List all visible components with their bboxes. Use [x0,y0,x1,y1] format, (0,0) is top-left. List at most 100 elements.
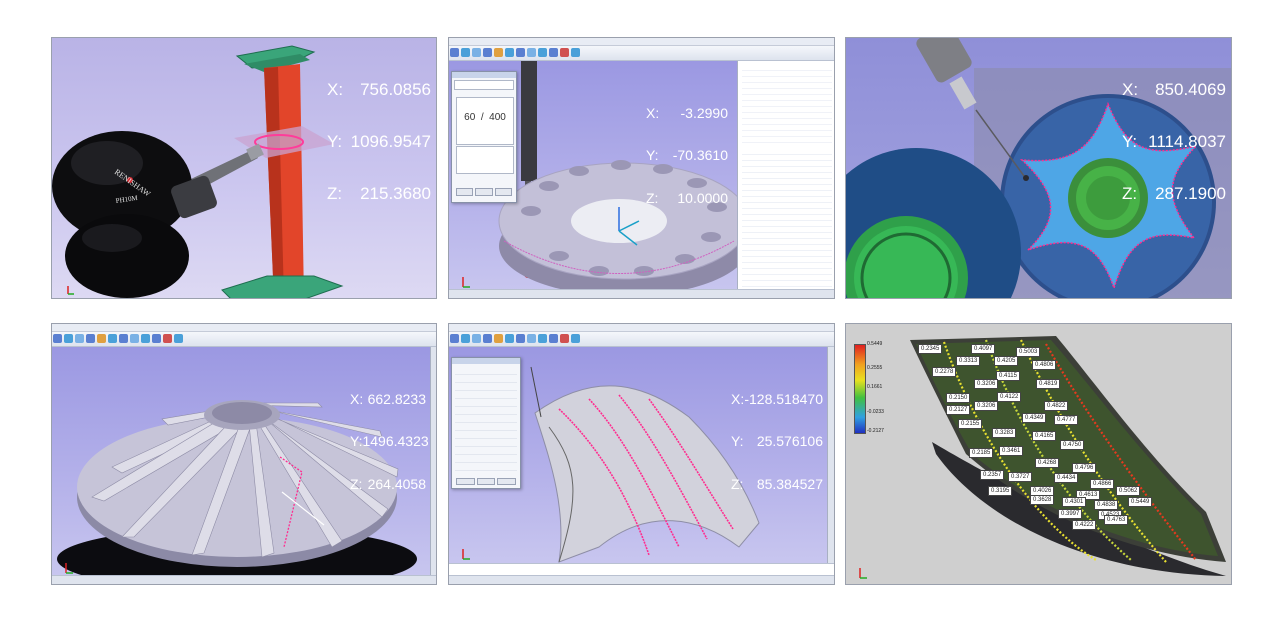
deviation-label: 0.4750 [1060,440,1085,450]
deviation-label: 0.2185 [969,448,994,458]
deviation-label: 0.5449 [1128,497,1153,507]
deviation-label: 0.2345 [918,344,943,354]
deviation-label: 0.4268 [1035,458,1060,468]
deviation-label: 0.2155 [958,419,983,429]
deviation-label: 0.4115 [996,371,1020,381]
panel-impeller-app: X: 662.8233 Y: 1496.4323 Z: 264.4058 [51,323,437,585]
coord-x: 850.4069 [1155,79,1226,99]
deviation-label: 0.4838 [1094,500,1119,510]
deviation-label: 0.4434 [1054,473,1079,483]
coordinate-readout: X: 662.8233 Y: 1496.4323 Z: 264.4058 [350,390,429,493]
coord-z: 10.0000 [677,190,728,207]
progress-counter: 60 / 400 [464,112,506,123]
scan-settings-dialog[interactable] [451,357,521,489]
log-box [456,146,514,174]
deviation-label: 0.4097 [971,344,996,354]
coordinate-readout: X: 850.4069 Y: 1114.8037 Z: 287.1900 [1122,79,1226,203]
deviation-label: 0.4165 [1032,431,1057,441]
deviation-label: 0.3461 [999,446,1024,456]
deviation-label: 0.3206 [974,379,999,389]
dialog-button-2[interactable] [475,188,493,196]
deviation-label: 0.3628 [1030,495,1055,505]
measurement-progress-dialog[interactable]: 60 / 400 [451,71,517,203]
deviation-label: 0.3206 [974,401,999,411]
menu-bar[interactable] [449,324,834,332]
coord-z: 85.384527 [756,476,823,493]
probe-body [916,38,972,83]
dialog-titlebar[interactable] [452,72,516,78]
panel-gear-app: X: -3.2990 Y: -70.3610 Z: 10.0000 60 / 400 [448,37,835,299]
dialog-button-row [456,188,512,196]
panel-star-part: X: 850.4069 Y: 1114.8037 Z: 287.1900 [845,37,1232,299]
deviation-label: 0.4796 [1072,463,1097,473]
status-bar [449,575,834,584]
3d-viewport[interactable]: X: 662.8233 Y: 1496.4323 Z: 264.4058 [52,347,430,577]
side-tabs[interactable] [827,347,834,563]
coord-y: 1496.4323 [362,433,429,450]
dialog-tabs[interactable] [454,80,514,90]
deviation-label: 0.2150 [946,393,971,403]
progress-box: 60 / 400 [456,97,514,145]
deviation-label: 0.4349 [1022,413,1047,423]
deviation-label: 0.3195 [988,486,1013,496]
toolbar-icon[interactable] [450,48,459,57]
dialog-titlebar[interactable] [452,358,520,364]
coord-x: 662.8233 [367,390,426,407]
dialog-button-1[interactable] [456,478,475,485]
menu-bar[interactable] [449,38,834,46]
status-bar [52,575,436,584]
deviation-label: 0.2357 [980,470,1005,480]
menu-bar[interactable] [52,324,436,332]
deviation-label: 0.4866 [1090,479,1115,489]
dialog-button-1[interactable] [456,188,474,196]
deviation-label: 0.4819 [1036,379,1061,389]
probe-stylus-body [521,61,537,181]
toolbar[interactable] [449,332,834,347]
blade-root-bottom [221,275,344,298]
deviation-label: 0.4222 [1072,520,1097,530]
coord-z: 215.3680 [360,183,431,203]
deviation-label: 0.4301 [1062,497,1087,507]
panel-deviation-map: 0.5449 0.2555 0.1661 -0.0233 -0.2127 0.2… [845,323,1232,585]
deviation-label: 0.4822 [1044,401,1069,411]
coordinate-readout: X: -3.2990 Y: -70.3610 Z: 10.0000 [646,104,728,207]
deviation-label: 0.2278 [932,367,957,377]
results-table[interactable] [742,149,832,288]
coord-y: 1114.8037 [1148,131,1226,151]
panel-blade-probe: RENISHAW PH10M X: 756.0856 Y: 1096.9547 Z:… [51,37,437,299]
deviation-label: 0.5062 [1116,486,1141,496]
panel-blade-scan-app: X: -128.518470 Y: 25.576106 Z: 85.384527 [448,323,835,585]
feature-tree-panel[interactable] [737,61,834,292]
coordinate-readout: X: -128.518470 Y: 25.576106 Z: 85.384527 [731,390,823,493]
status-bar [449,289,834,298]
deviation-label: 0.3997 [1058,509,1083,519]
deviation-label: 0.4763 [1104,515,1129,525]
dialog-button-2[interactable] [476,478,496,485]
deviation-label: 0.3727 [1008,472,1033,482]
deviation-label: 0.4122 [997,392,1022,402]
coord-x: -128.518470 [744,390,823,407]
coord-y: -70.3610 [672,147,728,164]
toolbar[interactable] [52,332,436,347]
feature-tree-list[interactable] [742,65,832,145]
blade-surface [534,385,760,563]
coord-y: 25.576106 [756,433,823,450]
deviation-label: 0.4777 [1054,415,1079,425]
coord-y: 1096.9547 [350,131,431,151]
dialog-button-row [456,478,517,485]
dialog-button-3[interactable] [494,188,512,196]
side-tabs[interactable] [430,347,436,577]
dialog-form[interactable] [455,367,517,477]
coord-z: 264.4058 [367,476,426,493]
coord-x: 756.0856 [360,79,431,99]
deviation-label: 0.5003 [1016,347,1041,357]
toolbar[interactable] [449,46,834,61]
deviation-label: 0.2127 [946,405,971,415]
deviation-label: 0.4205 [994,356,1019,366]
coordinate-readout: X: 756.0856 Y: 1096.9547 Z: 215.3680 [327,79,431,203]
dialog-button-3[interactable] [497,478,517,485]
deviation-label: 0.3283 [992,428,1017,438]
deviation-label: 0.4806 [1032,360,1057,370]
coord-x: -3.2990 [680,104,728,121]
deviation-label: 0.3313 [956,356,981,366]
